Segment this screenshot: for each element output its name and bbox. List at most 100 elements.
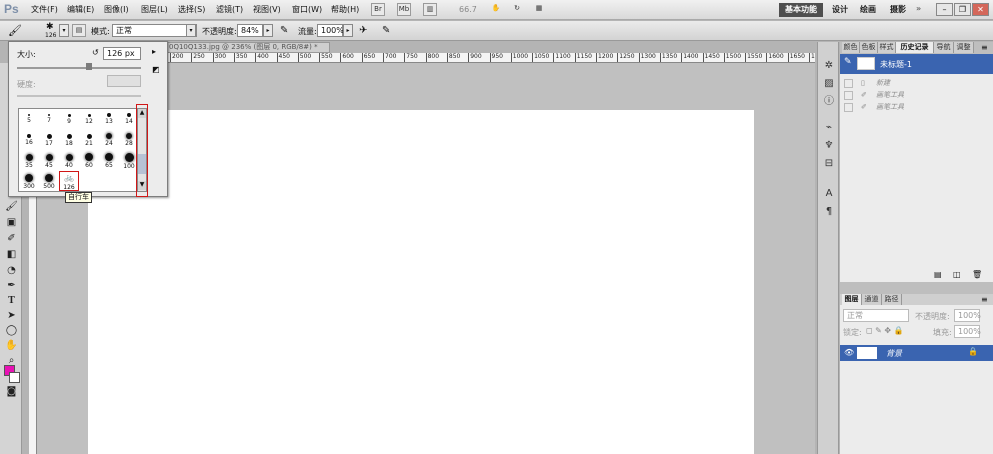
info-icon[interactable]: ⓘ — [823, 96, 835, 108]
brush-preset[interactable]: 24 — [99, 130, 119, 150]
workspace-painting[interactable]: 绘画 — [860, 4, 876, 15]
lock-icons[interactable]: ◻ ✎ ✥ 🔒 — [866, 326, 904, 335]
restore-button[interactable]: ❐ — [954, 3, 971, 16]
new-snapshot-icon[interactable]: ▤ — [934, 270, 942, 279]
history-item[interactable]: ✐ 画笔工具 — [840, 102, 993, 113]
brush-preset[interactable]: 12 — [79, 109, 99, 129]
brush-tool-icon[interactable]: 🖌 — [8, 24, 22, 37]
tab-swatches[interactable]: 色板 — [860, 42, 878, 53]
close-button[interactable]: ✕ — [972, 3, 989, 16]
delete-state-icon[interactable]: 🗑 — [972, 270, 982, 279]
menu-filter[interactable]: 滤镜(T) — [216, 4, 243, 15]
new-document-from-state-icon[interactable]: ◫ — [953, 270, 961, 279]
layer-row[interactable]: 👁 背景 🔒 — [840, 345, 993, 361]
fill-input[interactable]: 100% — [954, 325, 981, 338]
size-slider-thumb[interactable] — [86, 63, 92, 70]
eraser-icon[interactable]: ◧ — [5, 248, 18, 261]
quick-mask-icon[interactable]: ◙ — [5, 385, 18, 398]
ellipse-tool-icon[interactable]: ◯ — [5, 324, 18, 337]
brush-preset[interactable]: 45 — [39, 151, 59, 171]
menu-layer[interactable]: 图层(L) — [141, 4, 168, 15]
document-tab[interactable]: 0Q10Q133.jpg @ 236% (图层 0, RGB/8#) * — [165, 42, 330, 53]
tab-paths[interactable]: 路径 — [882, 294, 902, 305]
blur-tool-icon[interactable]: ◔ — [5, 264, 18, 277]
history-brush-icon[interactable]: ✐ — [5, 232, 18, 245]
workspace-essentials[interactable]: 基本功能 — [779, 3, 823, 17]
brush-preset[interactable]: 35 — [19, 151, 39, 171]
airbrush-icon[interactable]: ✈ — [359, 25, 367, 36]
new-preset-icon[interactable]: ◩ — [152, 65, 160, 74]
size-slider[interactable] — [17, 67, 141, 69]
clone-source-icon[interactable]: ♆ — [823, 140, 835, 152]
brush-preset[interactable]: 65 — [99, 151, 119, 171]
brush-preset[interactable]: 13 — [99, 109, 119, 129]
menu-help[interactable]: 帮助(H) — [331, 4, 359, 15]
mode-select[interactable]: 正常 — [112, 24, 197, 37]
mini-bridge-button[interactable]: Mb — [397, 3, 411, 16]
bridge-button[interactable]: Br — [371, 3, 385, 16]
tab-color[interactable]: 颜色 — [842, 42, 860, 53]
brush-preset[interactable]: 7 — [39, 109, 59, 129]
history-item[interactable]: ✐ 画笔工具 — [840, 90, 993, 101]
opacity-slider-toggle[interactable]: ▸ — [263, 24, 273, 37]
menu-window[interactable]: 窗口(W) — [292, 4, 322, 15]
pressure-opacity-icon[interactable]: ✎ — [280, 25, 288, 36]
brush-panel-icon[interactable]: ⌁ — [823, 122, 835, 134]
background-color-swatch[interactable] — [9, 372, 20, 383]
history-item[interactable]: ▯ 新建 — [840, 78, 993, 89]
brush-panel-button[interactable]: ▤ — [72, 24, 86, 37]
brush-preset[interactable]: 21 — [79, 130, 99, 150]
paragraph-icon[interactable]: ¶ — [823, 206, 835, 218]
brush-picker-toggle[interactable]: ▾ — [59, 24, 69, 37]
view-extras-button[interactable]: ▥ — [423, 3, 437, 16]
clone-stamp-icon[interactable]: ▣ — [5, 216, 18, 229]
mode-dropdown-icon[interactable]: ▾ — [186, 24, 196, 37]
menu-image[interactable]: 图像(I) — [104, 4, 129, 15]
tab-layers[interactable]: 图层 — [842, 294, 862, 305]
menu-file[interactable]: 文件(F) — [31, 4, 58, 15]
brush-preset-icon[interactable]: ✱ — [46, 22, 54, 32]
reset-size-icon[interactable]: ↺ — [92, 48, 99, 57]
menu-select[interactable]: 选择(S) — [178, 4, 205, 15]
type-tool-icon[interactable]: T — [5, 294, 18, 307]
character-icon[interactable]: A — [823, 188, 835, 200]
panel-menu-icon[interactable]: ≡ — [981, 42, 988, 53]
brush-preset[interactable]: 5 — [19, 109, 39, 129]
pressure-size-icon[interactable]: ✎ — [382, 25, 390, 36]
workspace-design[interactable]: 设计 — [832, 4, 848, 15]
arrange-documents-icon[interactable]: ▦ — [532, 3, 546, 16]
tab-history[interactable]: 历史记录 — [896, 42, 934, 53]
brush-preset[interactable]: 500 — [39, 172, 59, 192]
hand-tool-icon[interactable]: ✋ — [5, 339, 18, 352]
brush-preset[interactable]: 17 — [39, 130, 59, 150]
opacity-input[interactable]: 84% — [237, 24, 263, 37]
workspace-more-icon[interactable]: » — [916, 4, 921, 13]
pen-tool-icon[interactable]: ✒ — [5, 279, 18, 292]
workspace-photography[interactable]: 摄影 — [890, 4, 906, 15]
hand-tool-icon[interactable]: ✋ — [489, 3, 503, 16]
menu-edit[interactable]: 编辑(E) — [67, 4, 94, 15]
tab-channels[interactable]: 通道 — [862, 294, 882, 305]
brush-preset[interactable]: 60 — [79, 151, 99, 171]
brush-preset[interactable]: 40 — [59, 151, 79, 171]
brush-preset[interactable]: 300 — [19, 172, 39, 192]
adjustments-icon[interactable]: ✲ — [823, 60, 835, 72]
canvas[interactable] — [88, 110, 754, 454]
brush-preset[interactable]: 18 — [59, 130, 79, 150]
tab-styles[interactable]: 样式 — [878, 42, 896, 53]
tab-navigator[interactable]: 导航 — [934, 42, 954, 53]
flow-input[interactable]: 100% — [317, 24, 344, 37]
image-panel-icon[interactable]: ▨ — [823, 78, 835, 90]
menu-view[interactable]: 视图(V) — [253, 4, 281, 15]
visibility-eye-icon[interactable]: 👁 — [844, 348, 854, 357]
zoom-level[interactable]: 66.7 — [459, 5, 477, 14]
brush-tool-icon[interactable]: 🖌 — [5, 200, 18, 213]
picker-menu-icon[interactable]: ▸ — [152, 47, 156, 56]
blend-mode-select[interactable]: 正常 — [843, 309, 909, 322]
tool-presets-icon[interactable]: ⊟ — [823, 158, 835, 170]
flow-slider-toggle[interactable]: ▸ — [343, 24, 353, 37]
layers-menu-icon[interactable]: ≡ — [981, 294, 988, 305]
path-select-icon[interactable]: ➤ — [5, 309, 18, 322]
history-snapshot[interactable]: ✎ 未标题-1 — [840, 54, 993, 74]
brush-preset[interactable]: 9 — [59, 109, 79, 129]
